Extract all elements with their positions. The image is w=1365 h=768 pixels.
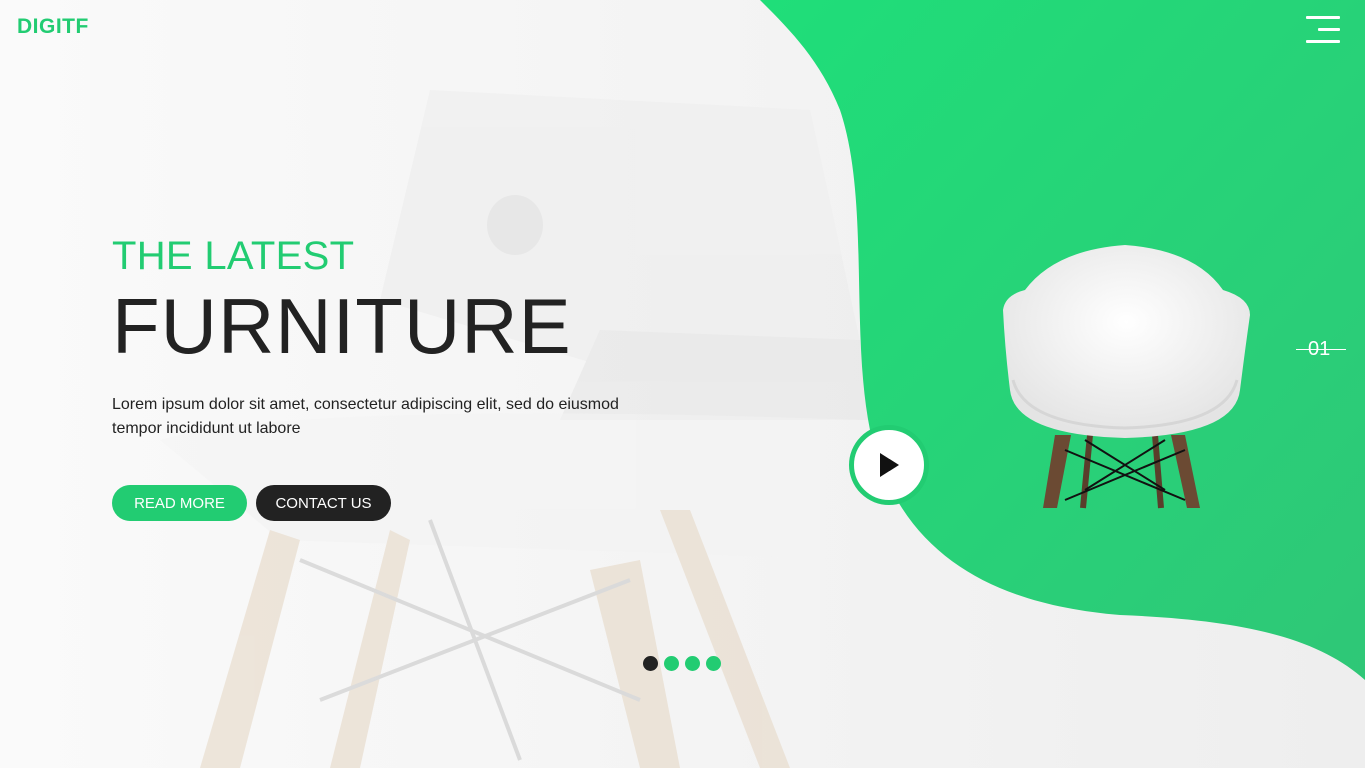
hero-description: Lorem ipsum dolor sit amet, consectetur … bbox=[112, 396, 619, 437]
slider-dot-3[interactable] bbox=[685, 656, 700, 671]
slider-pagination bbox=[643, 656, 721, 671]
read-more-button[interactable]: READ MORE bbox=[112, 485, 247, 521]
slide-number: 01 bbox=[1308, 338, 1331, 360]
slider-dot-1[interactable] bbox=[643, 656, 658, 671]
hamburger-menu-icon[interactable] bbox=[1304, 16, 1340, 46]
slider-dot-2[interactable] bbox=[664, 656, 679, 671]
hero-eyebrow: THE LATEST bbox=[112, 234, 355, 278]
brand-logo[interactable]: DIGITF bbox=[17, 15, 89, 39]
hero-title: FURNITURE bbox=[112, 282, 572, 370]
contact-us-button[interactable]: CONTACT US bbox=[256, 485, 391, 521]
play-video-button[interactable] bbox=[849, 425, 929, 505]
play-icon bbox=[880, 453, 899, 477]
slider-dot-4[interactable] bbox=[706, 656, 721, 671]
slide-number-indicator: 01 bbox=[1296, 338, 1346, 362]
chair-product-image bbox=[1003, 245, 1250, 509]
